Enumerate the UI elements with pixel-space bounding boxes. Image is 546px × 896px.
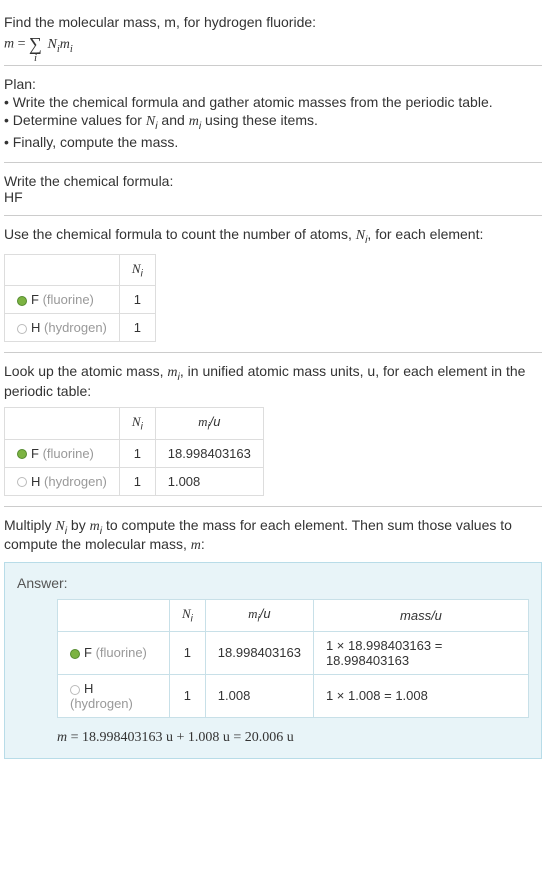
chemical-formula: HF (4, 189, 542, 205)
lookup-title: Look up the atomic mass, mi, in unified … (4, 363, 542, 399)
element-dot-icon (17, 449, 27, 459)
formula-eq: = (14, 37, 29, 52)
mass-cell: 1 × 1.008 = 1.008 (313, 674, 528, 717)
count-section: Use the chemical formula to count the nu… (4, 216, 542, 353)
header-ni: Ni (169, 600, 205, 632)
answer-table: Ni mi/u mass/u F (fluorine) 1 18.9984031… (57, 599, 529, 718)
element-dot-icon (70, 685, 80, 695)
header-ni: Ni (119, 407, 155, 439)
n-cell: 1 (119, 467, 155, 495)
chemical-title: Write the chemical formula: (4, 173, 542, 189)
intro-formula: m = ∑i Nimi (4, 34, 542, 55)
table-row: F (fluorine) 1 18.998403163 1 × 18.99840… (58, 631, 529, 674)
table-header-row: Ni mi/u mass/u (58, 600, 529, 632)
m-cell: 1.008 (155, 467, 263, 495)
intro-section: Find the molecular mass, m, for hydrogen… (4, 4, 542, 66)
count-title: Use the chemical formula to count the nu… (4, 226, 542, 246)
plan-item-1: • Write the chemical formula and gather … (4, 94, 542, 110)
n-cell: 1 (119, 439, 155, 467)
multiply-title: Multiply Ni by mi to compute the mass fo… (4, 517, 542, 555)
plan-item-3: • Finally, compute the mass. (4, 134, 542, 150)
header-ni: Ni (119, 254, 155, 286)
lookup-section: Look up the atomic mass, mi, in unified … (4, 353, 542, 506)
plan-item-2: • Determine values for Ni and mi using t… (4, 112, 542, 132)
n-cell: 1 (119, 314, 155, 342)
header-empty (58, 600, 170, 632)
m-cell: 1.008 (205, 674, 313, 717)
table-row: H (hydrogen) 1 1.008 1 × 1.008 = 1.008 (58, 674, 529, 717)
formula-lhs: m (4, 37, 14, 52)
n-cell: 1 (169, 674, 205, 717)
table-row: H (hydrogen) 1 1.008 (5, 467, 264, 495)
element-dot-icon (17, 324, 27, 334)
table-row: F (fluorine) 1 (5, 286, 156, 314)
element-dot-icon (17, 477, 27, 487)
plan-section: Plan: • Write the chemical formula and g… (4, 66, 542, 163)
answer-result: m = 18.998403163 u + 1.008 u = 20.006 u (57, 730, 529, 746)
mass-cell: 1 × 18.998403163 = 18.998403163 (313, 631, 528, 674)
element-dot-icon (70, 649, 80, 659)
header-empty (5, 407, 120, 439)
answer-box: Answer: Ni mi/u mass/u F (fluorine) 1 18… (4, 562, 542, 759)
element-cell: F (fluorine) (5, 439, 120, 467)
element-cell: F (fluorine) (5, 286, 120, 314)
plan-title: Plan: (4, 76, 542, 92)
header-mi: mi/u (205, 600, 313, 632)
table-header-row: Ni (5, 254, 156, 286)
element-cell: H (hydrogen) (5, 467, 120, 495)
n-cell: 1 (169, 631, 205, 674)
table-row: F (fluorine) 1 18.998403163 (5, 439, 264, 467)
header-empty (5, 254, 120, 286)
table-row: H (hydrogen) 1 (5, 314, 156, 342)
m-cell: 18.998403163 (155, 439, 263, 467)
sum-symbol: ∑i (29, 34, 42, 55)
lookup-table: Ni mi/u F (fluorine) 1 18.998403163 H (h… (4, 407, 264, 496)
m-cell: 18.998403163 (205, 631, 313, 674)
chemical-section: Write the chemical formula: HF (4, 163, 542, 216)
count-table: Ni F (fluorine) 1 H (hydrogen) 1 (4, 254, 156, 343)
element-cell: F (fluorine) (58, 631, 170, 674)
element-cell: H (hydrogen) (5, 314, 120, 342)
intro-text: Find the molecular mass, m, for hydrogen… (4, 14, 542, 30)
answer-section: Multiply Ni by mi to compute the mass fo… (4, 507, 542, 769)
table-header-row: Ni mi/u (5, 407, 264, 439)
header-mass: mass/u (313, 600, 528, 632)
answer-label: Answer: (17, 575, 529, 591)
element-dot-icon (17, 296, 27, 306)
element-cell: H (hydrogen) (58, 674, 170, 717)
header-mi: mi/u (155, 407, 263, 439)
n-cell: 1 (119, 286, 155, 314)
